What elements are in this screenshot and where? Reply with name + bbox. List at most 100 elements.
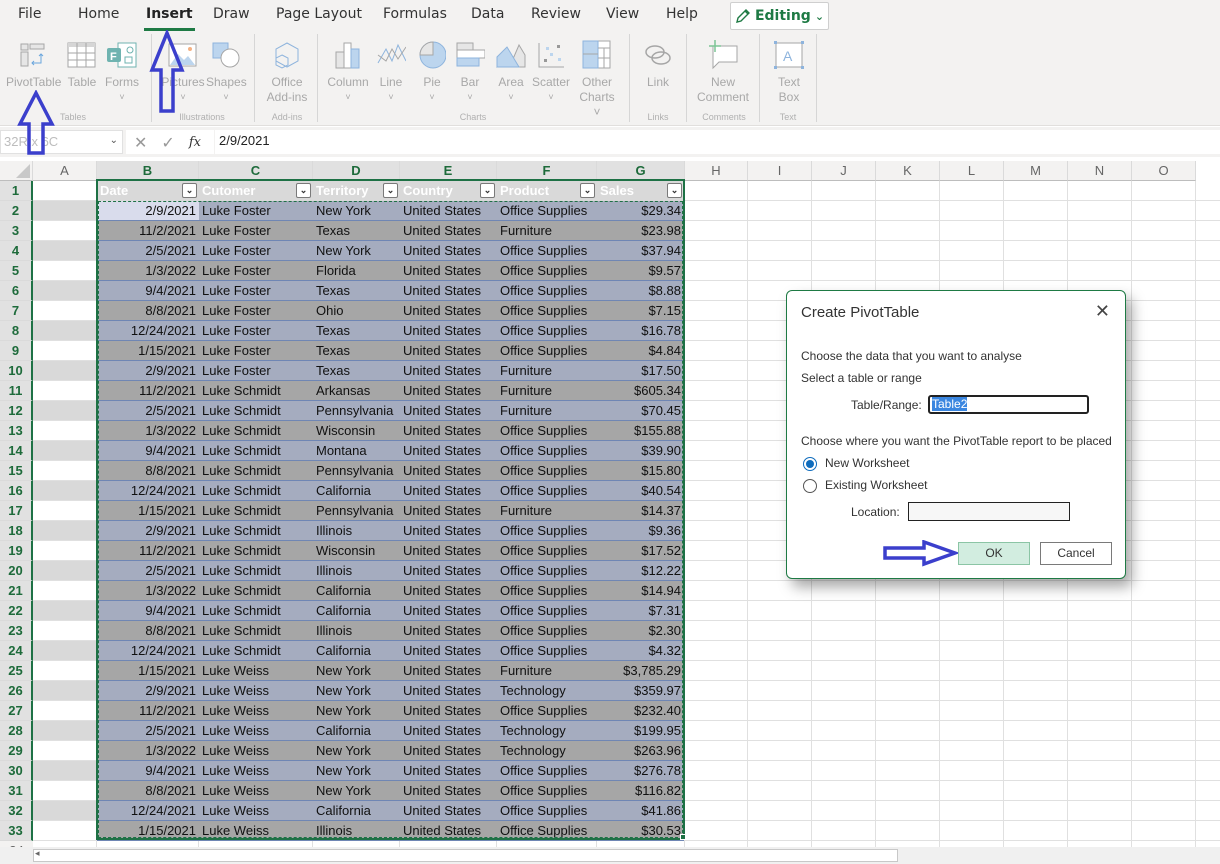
table-cell[interactable]: Luke Schmidt — [199, 601, 313, 620]
scrollbar-thumb[interactable] — [33, 849, 898, 862]
table-cell[interactable]: Luke Schmidt — [199, 421, 313, 440]
table-cell[interactable]: Texas — [313, 321, 400, 340]
table-cell[interactable]: Office Supplies — [497, 781, 597, 800]
table-cell[interactable]: United States — [400, 741, 497, 760]
table-cell[interactable]: New York — [313, 761, 400, 780]
table-cell[interactable]: 2/9/2021 — [97, 201, 199, 220]
table-cell[interactable]: $4.84 — [597, 341, 684, 360]
row-header-6[interactable]: 6 — [0, 281, 33, 301]
table-cell[interactable]: Luke Weiss — [199, 801, 313, 820]
table-cell[interactable]: United States — [400, 821, 497, 840]
chevron-down-icon[interactable]: ˅ — [326, 90, 370, 105]
radio-new-worksheet[interactable] — [803, 457, 817, 471]
column-header-m[interactable]: M — [1004, 161, 1068, 181]
row-header-7[interactable]: 7 — [0, 301, 33, 321]
table-cell[interactable]: Luke Foster — [199, 301, 313, 320]
chevron-down-icon[interactable]: ˅ — [104, 90, 140, 105]
table-cell[interactable]: Office Supplies — [497, 281, 597, 300]
table-cell[interactable]: 12/24/2021 — [97, 641, 199, 660]
row-header-21[interactable]: 21 — [0, 581, 33, 601]
table-cell[interactable]: 11/2/2021 — [97, 381, 199, 400]
table-cell[interactable]: Luke Schmidt — [199, 521, 313, 540]
insert-function-icon[interactable]: fx — [189, 135, 201, 150]
table-cell[interactable]: Office Supplies — [497, 481, 597, 500]
table-cell[interactable]: Office Supplies — [497, 601, 597, 620]
table-cell[interactable]: Luke Weiss — [199, 821, 313, 840]
table-cell[interactable]: California — [313, 481, 400, 500]
tab-insert[interactable]: Insert — [144, 6, 195, 31]
row-header-17[interactable]: 17 — [0, 501, 33, 521]
table-cell[interactable]: $155.88 — [597, 421, 684, 440]
cancel-entry-icon[interactable]: ✕ — [134, 133, 147, 152]
ribbon-pivottable-button[interactable]: PivotTable — [6, 38, 61, 90]
location-input[interactable] — [908, 502, 1070, 521]
ribbon-link-button[interactable]: Link — [643, 38, 673, 90]
row-header-11[interactable]: 11 — [0, 381, 33, 401]
ribbon-other-charts-button[interactable]: Other Charts ˅ — [578, 38, 616, 120]
chevron-down-icon[interactable]: ˅ — [206, 90, 246, 105]
row-header-18[interactable]: 18 — [0, 521, 33, 541]
table-cell[interactable]: United States — [400, 401, 497, 420]
column-header-n[interactable]: N — [1068, 161, 1132, 181]
table-cell[interactable]: Office Supplies — [497, 201, 597, 220]
table-cell[interactable]: Arkansas — [313, 381, 400, 400]
table-cell[interactable]: Luke Schmidt — [199, 461, 313, 480]
table-cell[interactable]: Office Supplies — [497, 821, 597, 840]
filter-dropdown-icon[interactable]: ⌄ — [667, 183, 682, 198]
table-cell[interactable]: 9/4/2021 — [97, 601, 199, 620]
column-header-c[interactable]: C — [199, 161, 313, 181]
ribbon-table-button[interactable]: Table — [66, 38, 98, 90]
row-header-27[interactable]: 27 — [0, 701, 33, 721]
table-cell[interactable]: Luke Schmidt — [199, 481, 313, 500]
table-cell[interactable]: 2/5/2021 — [97, 561, 199, 580]
tab-home[interactable]: Home — [78, 6, 119, 22]
ribbon-scatter-button[interactable]: Scatter ˅ — [532, 38, 570, 105]
table-cell[interactable]: New York — [313, 241, 400, 260]
row-header-23[interactable]: 23 — [0, 621, 33, 641]
table-cell[interactable]: Luke Schmidt — [199, 581, 313, 600]
table-cell[interactable]: Office Supplies — [497, 521, 597, 540]
column-header-g[interactable]: G — [597, 161, 685, 181]
table-cell[interactable]: $17.50 — [597, 361, 684, 380]
table-cell[interactable]: $263.96 — [597, 741, 684, 760]
chevron-down-icon[interactable]: ˅ — [418, 90, 446, 105]
table-cell[interactable]: Texas — [313, 341, 400, 360]
table-cell[interactable]: 12/24/2021 — [97, 321, 199, 340]
table-cell[interactable]: Pennsylvania — [313, 401, 400, 420]
table-cell[interactable]: Luke Weiss — [199, 681, 313, 700]
table-cell[interactable]: 9/4/2021 — [97, 761, 199, 780]
row-header-3[interactable]: 3 — [0, 221, 33, 241]
table-cell[interactable]: 1/3/2022 — [97, 581, 199, 600]
table-cell[interactable]: United States — [400, 221, 497, 240]
close-icon[interactable]: ✕ — [1095, 301, 1110, 322]
table-cell[interactable]: United States — [400, 581, 497, 600]
row-header-25[interactable]: 25 — [0, 661, 33, 681]
chevron-down-icon[interactable]: ˅ — [376, 90, 406, 105]
table-cell[interactable]: Pennsylvania — [313, 501, 400, 520]
row-header-9[interactable]: 9 — [0, 341, 33, 361]
table-cell[interactable]: Luke Schmidt — [199, 541, 313, 560]
table-cell[interactable]: $30.53 — [597, 821, 684, 840]
fill-handle[interactable] — [680, 834, 686, 840]
table-header-cutomer[interactable]: Cutomer ⌄ — [199, 181, 313, 201]
table-cell[interactable]: United States — [400, 681, 497, 700]
column-header-l[interactable]: L — [940, 161, 1004, 181]
table-cell[interactable]: California — [313, 801, 400, 820]
table-cell[interactable]: Wisconsin — [313, 421, 400, 440]
table-cell[interactable]: 1/15/2021 — [97, 501, 199, 520]
row-header-13[interactable]: 13 — [0, 421, 33, 441]
table-cell[interactable]: Office Supplies — [497, 261, 597, 280]
table-cell[interactable]: $276.78 — [597, 761, 684, 780]
table-cell[interactable]: Luke Schmidt — [199, 561, 313, 580]
table-cell[interactable]: United States — [400, 241, 497, 260]
table-cell[interactable]: $9.36 — [597, 521, 684, 540]
table-cell[interactable]: Office Supplies — [497, 561, 597, 580]
table-cell[interactable]: Office Supplies — [497, 761, 597, 780]
table-cell[interactable]: New York — [313, 681, 400, 700]
table-cell[interactable]: $37.94 — [597, 241, 684, 260]
table-cell[interactable]: New York — [313, 781, 400, 800]
table-cell[interactable]: $14.37 — [597, 501, 684, 520]
tab-file[interactable]: File — [18, 6, 41, 22]
table-cell[interactable]: Luke Weiss — [199, 741, 313, 760]
table-cell[interactable]: United States — [400, 281, 497, 300]
